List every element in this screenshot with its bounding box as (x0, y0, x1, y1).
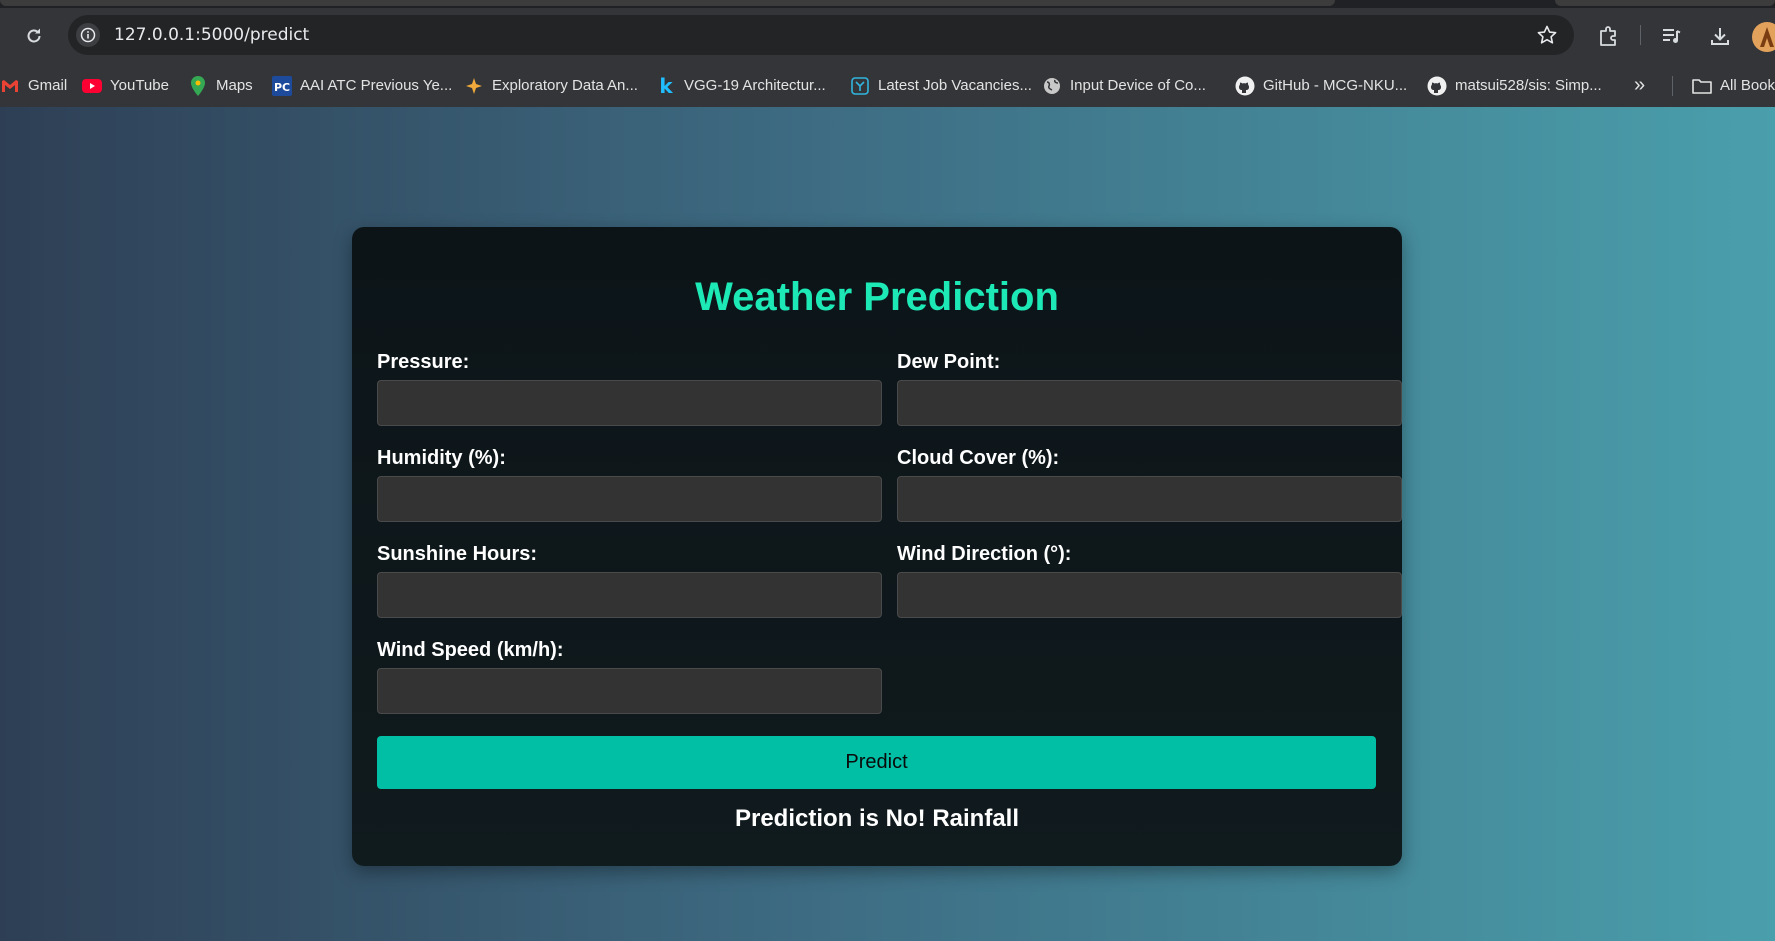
prediction-card: Weather Prediction Pressure: Dew Point: … (352, 227, 1402, 866)
dew-point-label: Dew Point: (897, 351, 1001, 373)
dew-point-input[interactable] (897, 380, 1402, 426)
bookmark-vgg19[interactable]: k VGG-19 Architectur... (656, 64, 826, 107)
chevron-double-right-icon: » (1634, 74, 1646, 96)
profile-avatar[interactable] (1752, 22, 1775, 52)
bookmark-jobs[interactable]: Latest Job Vacancies... (850, 64, 1032, 107)
bookmark-github-sis[interactable]: matsui528/sis: Simp... (1427, 64, 1602, 107)
toolbar-divider (1640, 25, 1641, 45)
bookmarks-bar: Gmail YouTube Maps PC AAI ATC Previous Y… (0, 64, 1775, 107)
site-info-icon[interactable] (76, 23, 100, 47)
download-icon[interactable] (1706, 22, 1734, 50)
bookmark-eda[interactable]: Exploratory Data An... (464, 64, 638, 107)
bookmarks-divider (1672, 76, 1673, 96)
reload-icon[interactable] (20, 22, 48, 50)
humidity-label: Humidity (%): (377, 447, 506, 469)
bookmark-gmail[interactable]: Gmail (0, 64, 67, 107)
predict-button[interactable]: Predict (377, 736, 1376, 789)
pressure-label: Pressure: (377, 351, 470, 373)
bookmark-label: Input Device of Co... (1070, 77, 1206, 94)
tab-edge[interactable] (1555, 0, 1775, 6)
sunshine-hours-label: Sunshine Hours: (377, 543, 538, 565)
media-queue-icon[interactable] (1657, 22, 1685, 50)
address-bar[interactable]: 127.0.0.1:5000/predict (68, 15, 1574, 55)
svg-text:PC: PC (274, 81, 290, 94)
bookmark-input-device[interactable]: Input Device of Co... (1042, 64, 1206, 107)
prediction-result: Prediction is No! Rainfall (734, 805, 1020, 832)
bookmark-github-mcg[interactable]: GitHub - MCG-NKU... (1235, 64, 1407, 107)
bookmark-aai-atc[interactable]: PC AAI ATC Previous Ye... (272, 64, 452, 107)
wind-speed-label: Wind Speed (km/h): (377, 639, 564, 661)
active-tab-edge[interactable] (0, 0, 1335, 6)
pc-icon: PC (272, 75, 292, 96)
all-bookmarks-folder[interactable]: All Bookmarks (1692, 64, 1775, 107)
job-icon (850, 76, 870, 96)
bookmark-label: GitHub - MCG-NKU... (1263, 77, 1408, 94)
extensions-icon[interactable] (1594, 22, 1622, 50)
bookmark-maps[interactable]: Maps (188, 64, 253, 107)
bookmark-label: All Bookmarks (1720, 77, 1775, 94)
bookmark-label: AAI ATC Previous Ye... (300, 77, 453, 94)
url-text[interactable]: 127.0.0.1:5000/predict (114, 15, 309, 55)
bookmark-label: Gmail (28, 77, 68, 94)
github-icon (1235, 76, 1255, 96)
wind-speed-input[interactable] (377, 668, 882, 714)
tab-strip (0, 0, 1775, 8)
cloud-cover-input[interactable] (897, 476, 1402, 522)
gmail-icon (0, 76, 20, 96)
browser-toolbar: 127.0.0.1:5000/predict (0, 8, 1775, 64)
wind-direction-input[interactable] (897, 572, 1402, 618)
bookmark-label: Latest Job Vacancies... (878, 77, 1032, 94)
page-background: Weather Prediction Pressure: Dew Point: … (0, 107, 1775, 941)
maps-icon (188, 75, 208, 96)
bookmark-label: YouTube (110, 77, 169, 94)
sunshine-hours-input[interactable] (377, 572, 882, 618)
bookmark-label: Maps (216, 77, 253, 94)
page-title: Weather Prediction (695, 275, 1059, 319)
folder-icon (1692, 76, 1712, 96)
bookmark-label: matsui528/sis: Simp... (1455, 77, 1602, 94)
bookmark-label: VGG-19 Architectur... (684, 77, 826, 94)
pressure-input[interactable] (377, 380, 882, 426)
bookmark-youtube[interactable]: YouTube (82, 64, 169, 107)
youtube-icon (82, 76, 102, 96)
more-bookmarks-button[interactable]: » (1634, 64, 1645, 107)
github-icon (1427, 76, 1447, 96)
bookmark-label: Exploratory Data An... (492, 77, 638, 94)
wind-direction-label: Wind Direction (°): (897, 543, 1072, 565)
bookmark-star-icon[interactable] (1536, 24, 1558, 51)
cloud-cover-label: Cloud Cover (%): (897, 447, 1060, 469)
kaggle-icon: k (659, 73, 673, 98)
humidity-input[interactable] (377, 476, 882, 522)
sparkle-icon (464, 76, 484, 96)
globe-icon (1042, 76, 1062, 96)
